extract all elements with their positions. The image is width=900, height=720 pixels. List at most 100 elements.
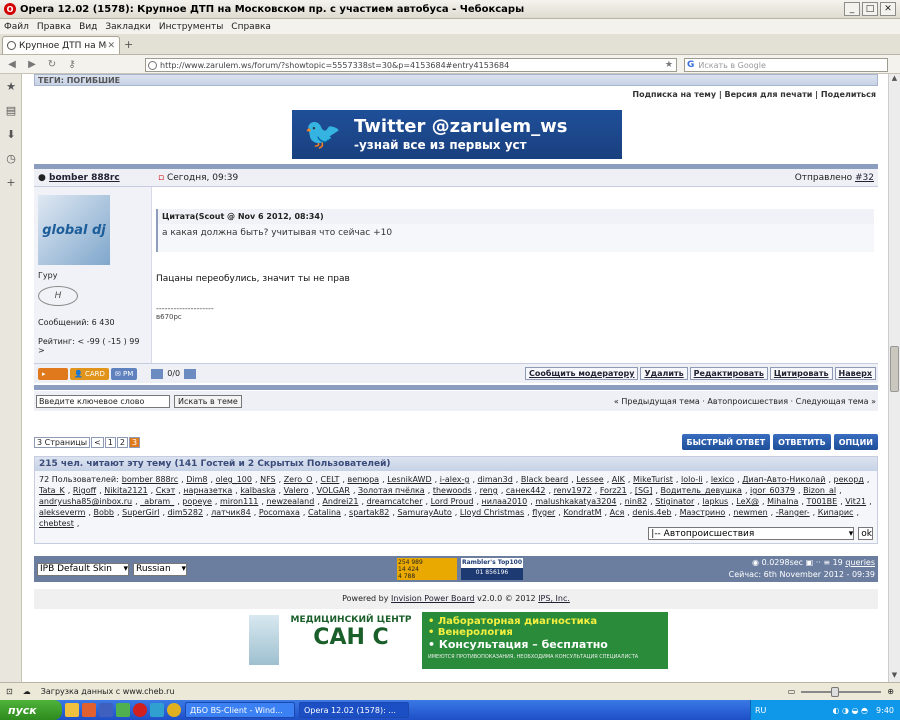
zoom-slider[interactable] — [801, 686, 882, 697]
reader-link[interactable]: nin82 — [625, 497, 648, 506]
vertical-scrollbar[interactable]: ▲ ▼ — [888, 74, 900, 682]
reader-link[interactable]: санек442 — [506, 486, 546, 495]
reader-link[interactable]: newmen — [733, 508, 767, 517]
reader-link[interactable]: Rigoff — [73, 486, 96, 495]
profile-button[interactable]: ▸ — [38, 367, 68, 380]
reader-link[interactable]: Valero — [284, 486, 309, 495]
add-panel-icon[interactable]: + — [0, 170, 22, 194]
reader-link[interactable]: diman3d — [478, 475, 513, 484]
topic-search-input[interactable]: Введите ключевое слово — [36, 394, 170, 408]
pm-button[interactable]: ✉ PM — [110, 367, 138, 380]
lang-select[interactable]: Russian ▾ — [133, 562, 187, 576]
reader-link[interactable]: oleg_100 — [216, 475, 252, 484]
minimize-button[interactable]: _ — [844, 2, 860, 16]
scroll-down-icon[interactable]: ▼ — [889, 671, 900, 682]
reader-link[interactable]: рекорд — [834, 475, 864, 484]
ql-explorer-icon[interactable] — [65, 703, 79, 717]
ipb-link[interactable]: Invision Power Board — [391, 594, 475, 603]
counter-liveinternet[interactable]: 254 989 14 424 4 788 — [397, 558, 457, 580]
reader-link[interactable]: Водитель_девушка — [660, 486, 741, 495]
address-bar[interactable]: http://www.zarulem.ws/forum/?showtopic=5… — [145, 58, 677, 72]
queries-link[interactable]: queries — [845, 558, 875, 567]
scroll-thumb[interactable] — [890, 346, 899, 392]
reader-link[interactable]: Nikita2121 — [104, 486, 147, 495]
reader-link[interactable]: spartak82 — [349, 508, 389, 517]
zoom-handle[interactable] — [831, 686, 840, 697]
quick-reply-button[interactable]: БЫСТРЫЙ ОТВЕТ — [681, 434, 771, 450]
reader-link[interactable]: lapkus — [702, 497, 728, 506]
reader-link[interactable]: AIK — [612, 475, 625, 484]
site-info-icon[interactable] — [148, 60, 157, 70]
top-button[interactable]: Наверх — [834, 367, 876, 380]
reader-link[interactable]: SamurayAuto — [397, 508, 451, 517]
task-bsclient[interactable]: ДБО BS-Client - Wind... — [185, 702, 295, 718]
reader-link[interactable]: dim5282 — [168, 508, 203, 517]
reader-link[interactable]: chebtest — [39, 519, 74, 528]
reader-link[interactable]: i-alex-g — [440, 475, 470, 484]
reader-link[interactable]: lexico — [711, 475, 734, 484]
reader-link[interactable]: lolo-li — [681, 475, 703, 484]
page-3-current[interactable]: 3 — [128, 436, 141, 448]
menu-help[interactable]: Справка — [231, 22, 271, 32]
notes-icon[interactable]: ▤ — [0, 98, 22, 122]
reader-link[interactable]: KondratM — [563, 508, 601, 517]
tray-icons[interactable]: ◐ ◑ ◒ ◓ — [832, 706, 868, 715]
bookmarks-icon[interactable]: ★ — [0, 74, 22, 98]
reply-button[interactable]: ОТВЕТИТЬ — [773, 434, 831, 450]
new-tab-button[interactable]: + — [124, 38, 133, 51]
ql-media-icon[interactable] — [82, 703, 96, 717]
reader-link[interactable]: igor_60379 — [750, 486, 795, 495]
history-icon[interactable]: ◷ — [0, 146, 22, 170]
reader-link[interactable]: нилаа2010 — [482, 497, 528, 506]
twitter-banner[interactable]: 🐦 Twitter @zarulem_ws -узнай все из перв… — [292, 110, 622, 159]
reader-link[interactable]: -Ranger- — [776, 508, 810, 517]
reader-link[interactable]: kalbaska — [240, 486, 275, 495]
reader-link[interactable]: malushkakatya3204 — [535, 497, 616, 506]
reader-link[interactable]: NFS — [260, 475, 276, 484]
reader-link[interactable]: Кипарис — [818, 508, 854, 517]
delete-button[interactable]: Удалить — [640, 367, 688, 380]
card-button[interactable]: 👤 CARD — [70, 367, 109, 380]
reader-link[interactable]: [SG] — [635, 486, 653, 495]
reader-link[interactable]: Bizon_al — [803, 486, 836, 495]
reader-link[interactable]: flyger — [532, 508, 555, 517]
report-button[interactable]: Сообщить модератору — [524, 367, 639, 380]
reader-link[interactable]: Bobb — [93, 508, 114, 517]
ql-app-icon[interactable] — [116, 703, 130, 717]
medical-ad-banner[interactable]: МЕДИЦИНСКИЙ ЦЕНТР САН С • Лабораторная д… — [246, 612, 668, 669]
reader-link[interactable]: Catalina — [308, 508, 341, 517]
reader-link[interactable]: Скэт — [156, 486, 175, 495]
menu-bookmarks[interactable]: Закладки — [105, 22, 151, 32]
reader-link[interactable]: латчик84 — [211, 508, 251, 517]
maximize-button[interactable]: □ — [862, 2, 878, 16]
post-number[interactable]: #32 — [855, 173, 874, 183]
reader-link[interactable]: Ася — [610, 508, 625, 517]
post-author[interactable]: bomber 888rc — [49, 173, 120, 183]
ql-opera-icon[interactable] — [133, 703, 147, 717]
task-opera[interactable]: Opera 12.02 (1578): ... — [299, 702, 409, 718]
reader-link[interactable]: Black beard — [521, 475, 568, 484]
view-icon[interactable]: ▭ — [788, 687, 796, 696]
reader-link[interactable]: reng — [480, 486, 498, 495]
back-icon[interactable]: ◀ — [4, 59, 20, 70]
bookmark-star-icon[interactable]: ★ — [665, 60, 673, 70]
counter-rambler[interactable]: Rambler's Top100 01 856196 — [461, 558, 523, 580]
reader-link[interactable]: newzealand — [266, 497, 314, 506]
page-1[interactable]: 1 — [104, 436, 116, 448]
ql-save-icon[interactable] — [99, 703, 113, 717]
reader-link[interactable]: Vit21 — [845, 497, 866, 506]
reader-link[interactable]: Zero_O — [284, 475, 313, 484]
ips-link[interactable]: IPS, Inc. — [538, 594, 570, 603]
reader-link[interactable]: T001BE — [806, 497, 837, 506]
reader-link[interactable]: _abram_ — [140, 497, 174, 506]
reader-link[interactable]: Lloyd Christmas — [460, 508, 524, 517]
reader-link[interactable]: Tata_K — [39, 486, 65, 495]
tab-close-icon[interactable]: ✕ — [107, 41, 115, 51]
menu-view[interactable]: Вид — [79, 22, 97, 32]
menu-edit[interactable]: Правка — [37, 22, 71, 32]
ql-chrome-icon[interactable] — [167, 703, 181, 717]
reader-link[interactable]: Lord Proud — [431, 497, 474, 506]
url-text[interactable]: http://www.zarulem.ws/forum/?showtopic=5… — [160, 61, 665, 70]
forum-jump-ok[interactable]: ok — [858, 527, 873, 540]
reader-link[interactable]: Mihalna — [767, 497, 798, 506]
